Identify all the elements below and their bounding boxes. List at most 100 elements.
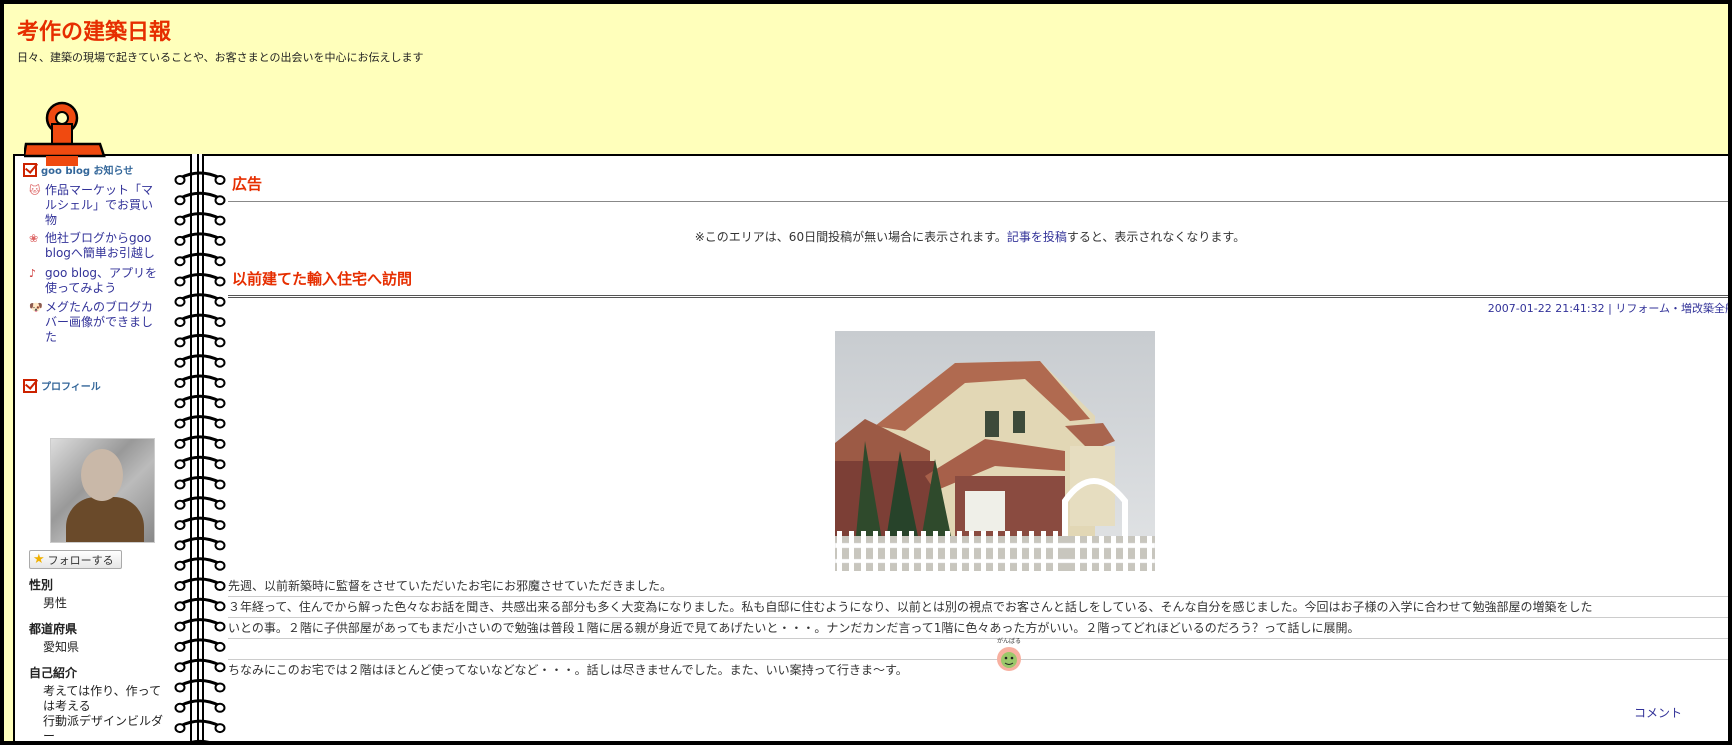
intro-value: 考えては作り、作っては考える 行動派デザインビルダー — [43, 684, 164, 743]
comment-link[interactable]: コメント — [1634, 704, 1682, 721]
profile-heading-label: プロフィール — [41, 382, 101, 393]
avatar[interactable] — [50, 438, 155, 543]
ring-hole-left — [174, 317, 186, 328]
ring-hole-left — [174, 438, 186, 449]
ring-hole-right — [214, 540, 226, 551]
dog-face-icon: 🐶 — [29, 301, 43, 314]
ring-wire — [179, 394, 221, 403]
ring-wire — [179, 273, 221, 281]
notice-link[interactable]: goo blog、アプリを使ってみよう — [45, 266, 159, 296]
post-meta[interactable]: 2007-01-22 21:41:32 | リフォーム・増改築全般 — [1488, 300, 1728, 316]
music-note-icon: ♪ — [29, 267, 37, 280]
ring-hole-right — [214, 235, 226, 246]
house-photo[interactable] — [835, 331, 1155, 571]
intro-label: 自己紹介 — [29, 666, 78, 680]
ring-wire — [179, 577, 221, 586]
ring-hole-right — [214, 520, 226, 531]
notice-link[interactable]: メグたんのブログカバー画像ができました — [45, 300, 159, 345]
ring-hole-right — [214, 418, 226, 429]
ring-hole-left — [174, 276, 186, 287]
ring-hole-left — [174, 560, 186, 571]
ad-note-suffix: すると、表示されなくなります。 — [1066, 230, 1246, 244]
star-icon: ★ — [33, 552, 45, 567]
ring-hole-right — [214, 256, 226, 267]
ring-hole-left — [174, 418, 186, 429]
ring-wire — [179, 171, 221, 180]
ring-wire — [179, 293, 221, 302]
notice-item[interactable]: ♪ goo blog、アプリを使ってみよう — [29, 266, 159, 296]
ring-hole-left — [174, 499, 186, 510]
ring-hole-right — [214, 276, 226, 287]
ring-hole-right — [214, 641, 226, 652]
ring-hole-right — [214, 378, 226, 388]
ring-hole-right — [214, 317, 226, 328]
ring-wire — [179, 516, 221, 525]
notice-item[interactable]: ❀ 他社ブログからgoo blogへ簡単お引越し — [29, 231, 159, 261]
ring-hole-left — [174, 337, 186, 348]
ring-hole-left — [174, 235, 186, 246]
ring-hole-left — [174, 520, 186, 531]
left-sidebar: goo blog お知らせ 🐱 作品マーケット「マルシェル」でお買い物 ❀ 他社… — [13, 154, 193, 743]
ring-wire — [179, 435, 221, 444]
ring-hole-left — [174, 601, 186, 612]
ganbaru-stamp-icon: がんばる — [994, 638, 1024, 672]
ring-wire — [179, 212, 221, 220]
post-article-link[interactable]: 記事を投稿 — [1007, 230, 1067, 244]
ring-wire — [179, 415, 221, 423]
ring-wire — [179, 719, 221, 728]
ring-hole-right — [214, 560, 226, 571]
ring-hole-left — [174, 723, 186, 734]
ring-wire — [179, 374, 221, 383]
ring-hole-right — [214, 601, 226, 612]
flower-icon: ❀ — [29, 232, 39, 245]
post-title[interactable]: 以前建てた輸入住宅へ訪問 — [232, 268, 412, 289]
ring-hole-left — [174, 357, 186, 368]
prefecture-value: 愛知県 — [43, 640, 80, 654]
ring-wire — [179, 597, 221, 606]
ring-wire — [179, 476, 221, 484]
ring-wire — [179, 536, 221, 545]
ring-wire — [179, 638, 221, 647]
ring-hole-left — [174, 459, 186, 470]
follow-button-label: フォローする — [47, 553, 114, 567]
ring-hole-left — [174, 256, 186, 267]
ring-hole-right — [214, 398, 226, 409]
ring-hole-right — [214, 357, 226, 368]
notice-item[interactable]: 🐱 作品マーケット「マルシェル」でお買い物 — [29, 183, 159, 228]
stamp-label: がんばる — [996, 638, 1021, 645]
blog-title[interactable]: 考作の建築日報 — [17, 14, 171, 46]
blog-header: 考作の建築日報 日々、建築の現場で起きていることや、お客さまとの出会いを中心にお… — [8, 8, 1728, 153]
follow-button[interactable]: ★ フォローする — [29, 550, 122, 569]
ad-note-prefix: ※このエリアは、60日間投稿が無い場合に表示されます。 — [694, 230, 1007, 244]
ring-hole-left — [174, 398, 186, 409]
ring-hole-left — [174, 296, 186, 307]
ring-hole-right — [214, 195, 226, 206]
double-divider — [228, 295, 1728, 298]
ring-hole-left — [174, 175, 186, 185]
ring-wire — [179, 699, 221, 708]
ring-wire — [179, 252, 221, 261]
ring-hole-right — [214, 581, 226, 591]
ring-wire — [179, 679, 221, 687]
ring-hole-right — [214, 662, 226, 673]
ad-heading: 広告 — [232, 175, 263, 193]
ring-hole-left — [174, 662, 186, 673]
checkmark-icon — [23, 378, 37, 393]
ring-hole-left — [174, 378, 186, 388]
ring-hole-right — [214, 479, 226, 490]
ring-wire — [179, 557, 221, 566]
notice-link[interactable]: 他社ブログからgoo blogへ簡単お引越し — [45, 231, 159, 261]
ring-hole-right — [214, 621, 226, 632]
ring-wire — [179, 354, 221, 363]
ring-wire — [179, 333, 221, 342]
divider — [228, 201, 1728, 202]
ring-wire — [190, 739, 210, 741]
ring-hole-left — [174, 621, 186, 632]
ring-hole-left — [174, 215, 186, 226]
ring-wire — [179, 455, 221, 464]
notice-link[interactable]: 作品マーケット「マルシェル」でお買い物 — [45, 183, 159, 228]
ad-notice: ※このエリアは、60日間投稿が無い場合に表示されます。記事を投稿すると、表示され… — [204, 228, 1728, 245]
notice-item[interactable]: 🐶 メグたんのブログカバー画像ができました — [29, 300, 159, 345]
post-paragraph: 先週、以前新築時に監督をさせていただいたお宅にお邪魔させていただきました。 — [228, 579, 673, 593]
post-paragraph: いとの事。２階に子供部屋があってもまだ小さいので勉強は普段１階に居る親が身近で見… — [228, 621, 1360, 635]
